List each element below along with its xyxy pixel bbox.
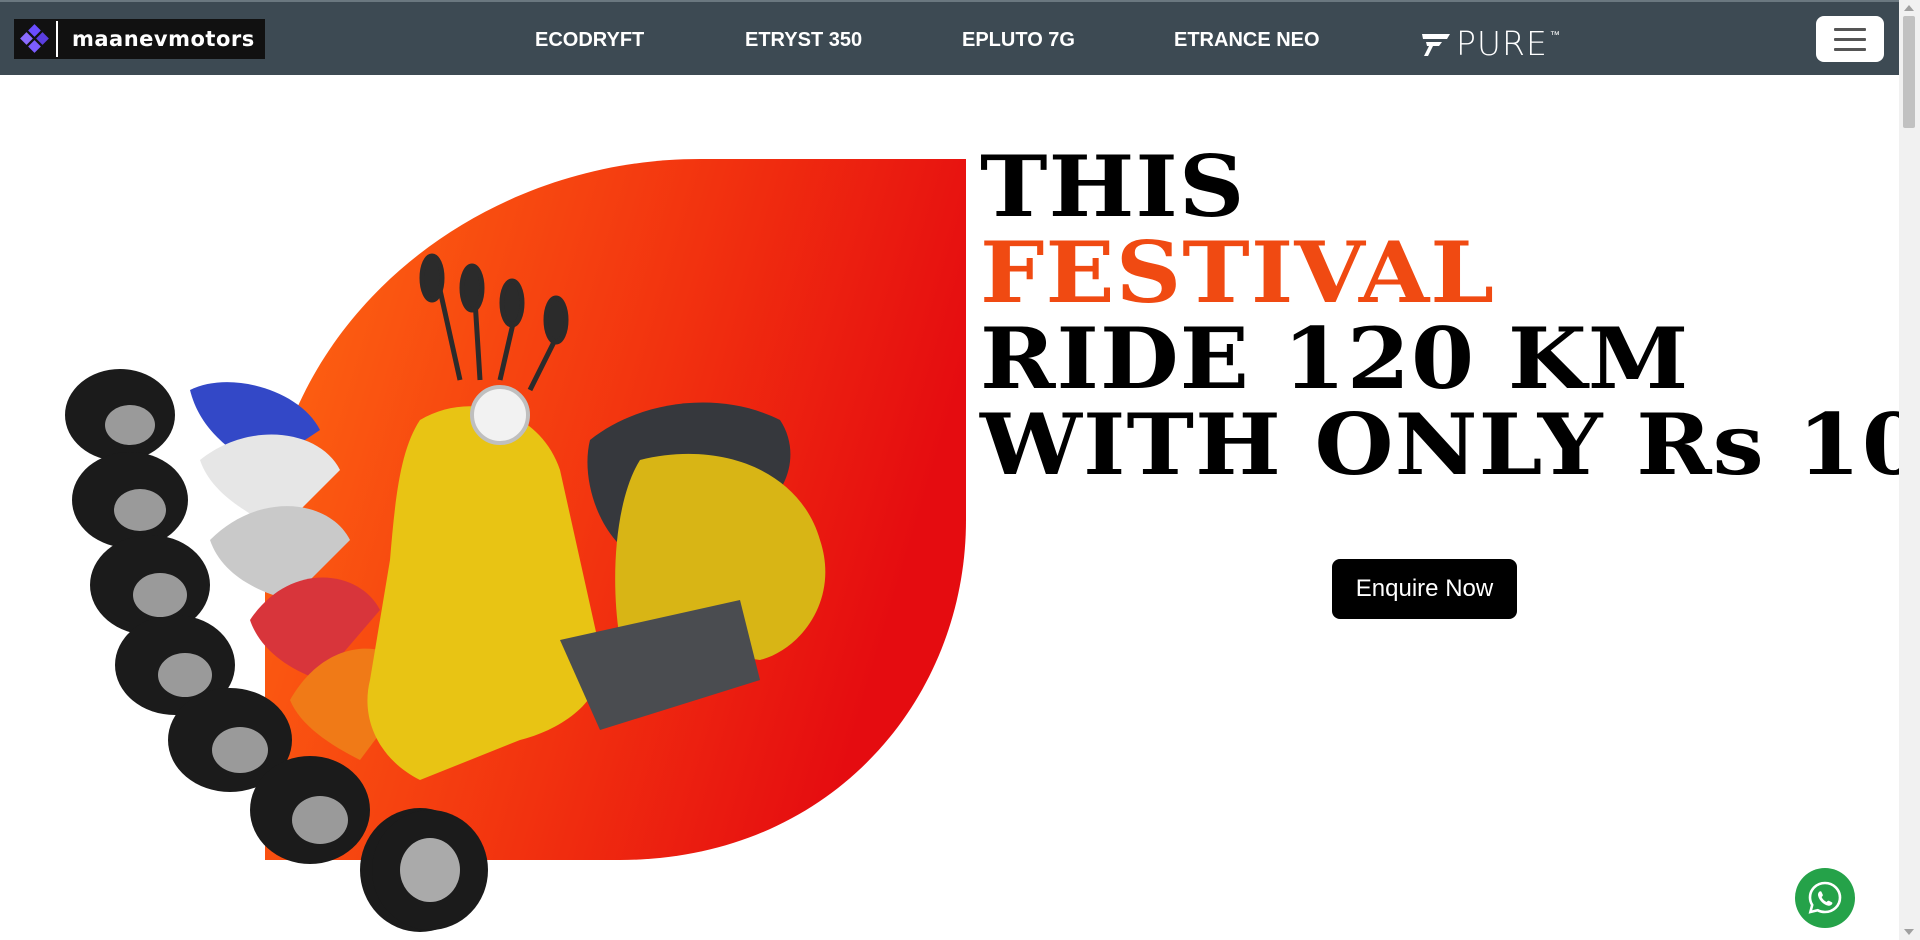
nav-item-etrance-neo[interactable]: ETRANCE NEO [1174, 29, 1320, 52]
enquire-now-button[interactable]: Enquire Now [1332, 559, 1517, 619]
hamburger-icon-bar [1834, 37, 1866, 41]
pure-logo-icon [1422, 33, 1450, 56]
headline-line-4: WITH ONLY Rs 10 [980, 395, 1920, 494]
hero-headline: THIS FESTIVAL RIDE 120 KM WITH ONLY Rs 1… [980, 144, 1920, 488]
scrollbar-thumb[interactable] [1903, 16, 1915, 128]
hamburger-icon-bar [1834, 47, 1866, 51]
scooter-lineup-image [65, 253, 826, 932]
headline-line-festival: FESTIVAL [980, 223, 1496, 322]
pure-logo-text: PURE [1456, 24, 1548, 63]
whatsapp-icon [1808, 881, 1842, 914]
headline-line-3: RIDE 120 KM [980, 309, 1690, 408]
headline-line-1: THIS [980, 137, 1246, 236]
hamburger-icon-bar [1834, 27, 1866, 31]
pure-trademark: ™ [1549, 30, 1560, 41]
scroll-up-arrow-icon[interactable] [1904, 5, 1914, 11]
hamburger-menu-button[interactable] [1816, 16, 1884, 62]
scroll-down-arrow-icon[interactable] [1904, 929, 1914, 935]
pure-partner-logo[interactable]: PURE ™ [1418, 24, 1560, 63]
page-scrollbar[interactable] [1899, 0, 1920, 940]
whatsapp-button[interactable] [1795, 868, 1855, 928]
